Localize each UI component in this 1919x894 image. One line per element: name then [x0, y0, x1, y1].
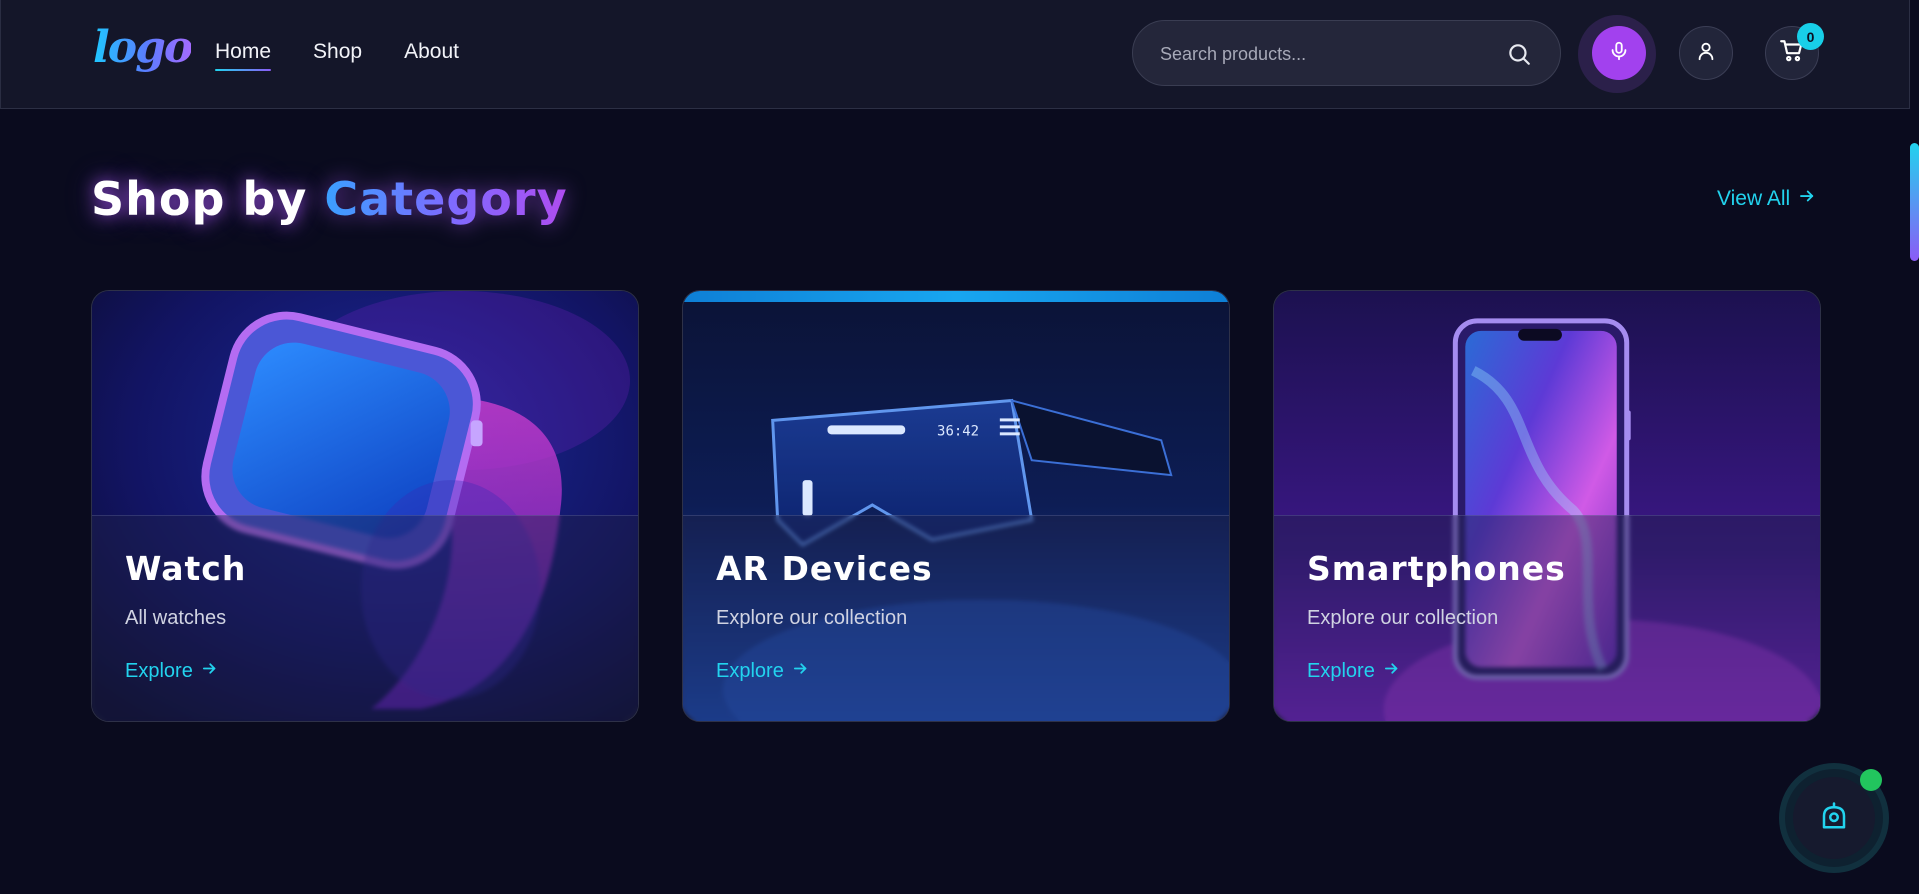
site-logo[interactable]: logo [93, 22, 193, 73]
nav-home[interactable]: Home [215, 40, 272, 71]
explore-label: Explore [716, 660, 784, 682]
view-all-link[interactable]: View All [1717, 187, 1816, 211]
scrollbar-thumb[interactable] [1910, 143, 1919, 261]
svg-text:36:42: 36:42 [937, 423, 979, 439]
nav-about[interactable]: About [404, 40, 459, 64]
section-title: Shop by Category [91, 172, 568, 226]
card-title: Smartphones [1307, 549, 1566, 588]
explore-link-watch[interactable]: Explore [125, 660, 218, 683]
card-subtitle: Explore our collection [716, 607, 908, 629]
explore-link-ar-devices[interactable]: Explore [716, 660, 809, 683]
category-card-watch[interactable]: Watch All watches Explore [91, 290, 639, 722]
search-icon[interactable] [1506, 41, 1532, 67]
card-subtitle: All watches [125, 607, 227, 629]
category-card-smartphones[interactable]: Smartphones Explore our collection Explo… [1273, 290, 1821, 722]
assistant-icon [1819, 801, 1849, 835]
voice-search-button[interactable] [1592, 26, 1646, 80]
card-highlight-bar [683, 291, 1229, 302]
nav-shop[interactable]: Shop [313, 40, 362, 64]
microphone-icon [1608, 40, 1630, 66]
assistant-button[interactable] [1793, 777, 1875, 859]
page: logo Home Shop About Search products... … [0, 0, 1919, 894]
category-card-ar-devices[interactable]: 36:42 AR Devices Explore our collection … [682, 290, 1230, 722]
explore-label: Explore [1307, 660, 1375, 682]
view-all-label: View All [1717, 187, 1791, 210]
arrow-right-icon [1383, 660, 1400, 683]
main-nav: Home Shop About [215, 40, 459, 71]
card-subtitle: Explore our collection [1307, 607, 1499, 629]
search-input[interactable] [1160, 41, 1490, 67]
card-title: Watch [125, 549, 247, 588]
search-bar [1132, 20, 1561, 86]
explore-link-smartphones[interactable]: Explore [1307, 660, 1400, 683]
card-title: AR Devices [716, 549, 933, 588]
arrow-right-icon [792, 660, 809, 683]
section-title-accent: Category [324, 172, 568, 226]
arrow-right-icon [1798, 187, 1816, 211]
section-title-main: Shop by [91, 172, 308, 226]
account-button[interactable] [1679, 26, 1733, 80]
cart-count-badge: 0 [1797, 23, 1824, 50]
explore-label: Explore [125, 660, 193, 682]
online-status-dot [1860, 769, 1882, 791]
arrow-right-icon [201, 660, 218, 683]
user-icon [1695, 40, 1717, 66]
